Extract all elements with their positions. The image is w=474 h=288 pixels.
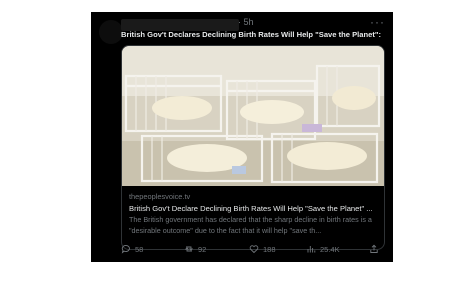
link-card[interactable]: thepeoplesvoice.tv British Gov't Declare…: [121, 45, 385, 250]
like-count: 188: [263, 244, 276, 254]
views-chart-icon: [307, 246, 316, 253]
repost-count: 92: [198, 244, 207, 254]
more-options-button[interactable]: ···: [370, 15, 385, 29]
share-button[interactable]: [369, 244, 379, 254]
share-icon: [370, 244, 378, 253]
reply-button[interactable]: 58: [121, 244, 143, 254]
repost-icon: [185, 246, 193, 252]
reply-icon: [121, 245, 130, 254]
repost-button[interactable]: 92: [184, 244, 206, 254]
tweet[interactable]: · 5h ··· British Gov't Declares Declinin…: [91, 12, 393, 262]
views-count: 25.4K: [320, 244, 340, 254]
like-button[interactable]: 188: [249, 244, 276, 254]
card-domain: thepeoplesvoice.tv: [129, 192, 191, 201]
card-image[interactable]: [122, 46, 384, 186]
views-button[interactable]: 25.4K: [306, 244, 340, 254]
timestamp[interactable]: · 5h: [238, 17, 254, 27]
avatar[interactable]: [99, 20, 123, 44]
card-description: The British government has declared that…: [129, 215, 372, 235]
tweet-text: British Gov't Declares Declining Birth R…: [121, 30, 382, 39]
action-bar: 58 92 188 25.4K: [121, 244, 391, 258]
heart-icon: [249, 245, 259, 254]
card-meta: thepeoplesvoice.tv British Gov't Declare…: [129, 189, 379, 236]
card-title[interactable]: British Gov't Declare Declining Birth Ra…: [129, 204, 379, 213]
reply-count: 58: [135, 244, 144, 254]
